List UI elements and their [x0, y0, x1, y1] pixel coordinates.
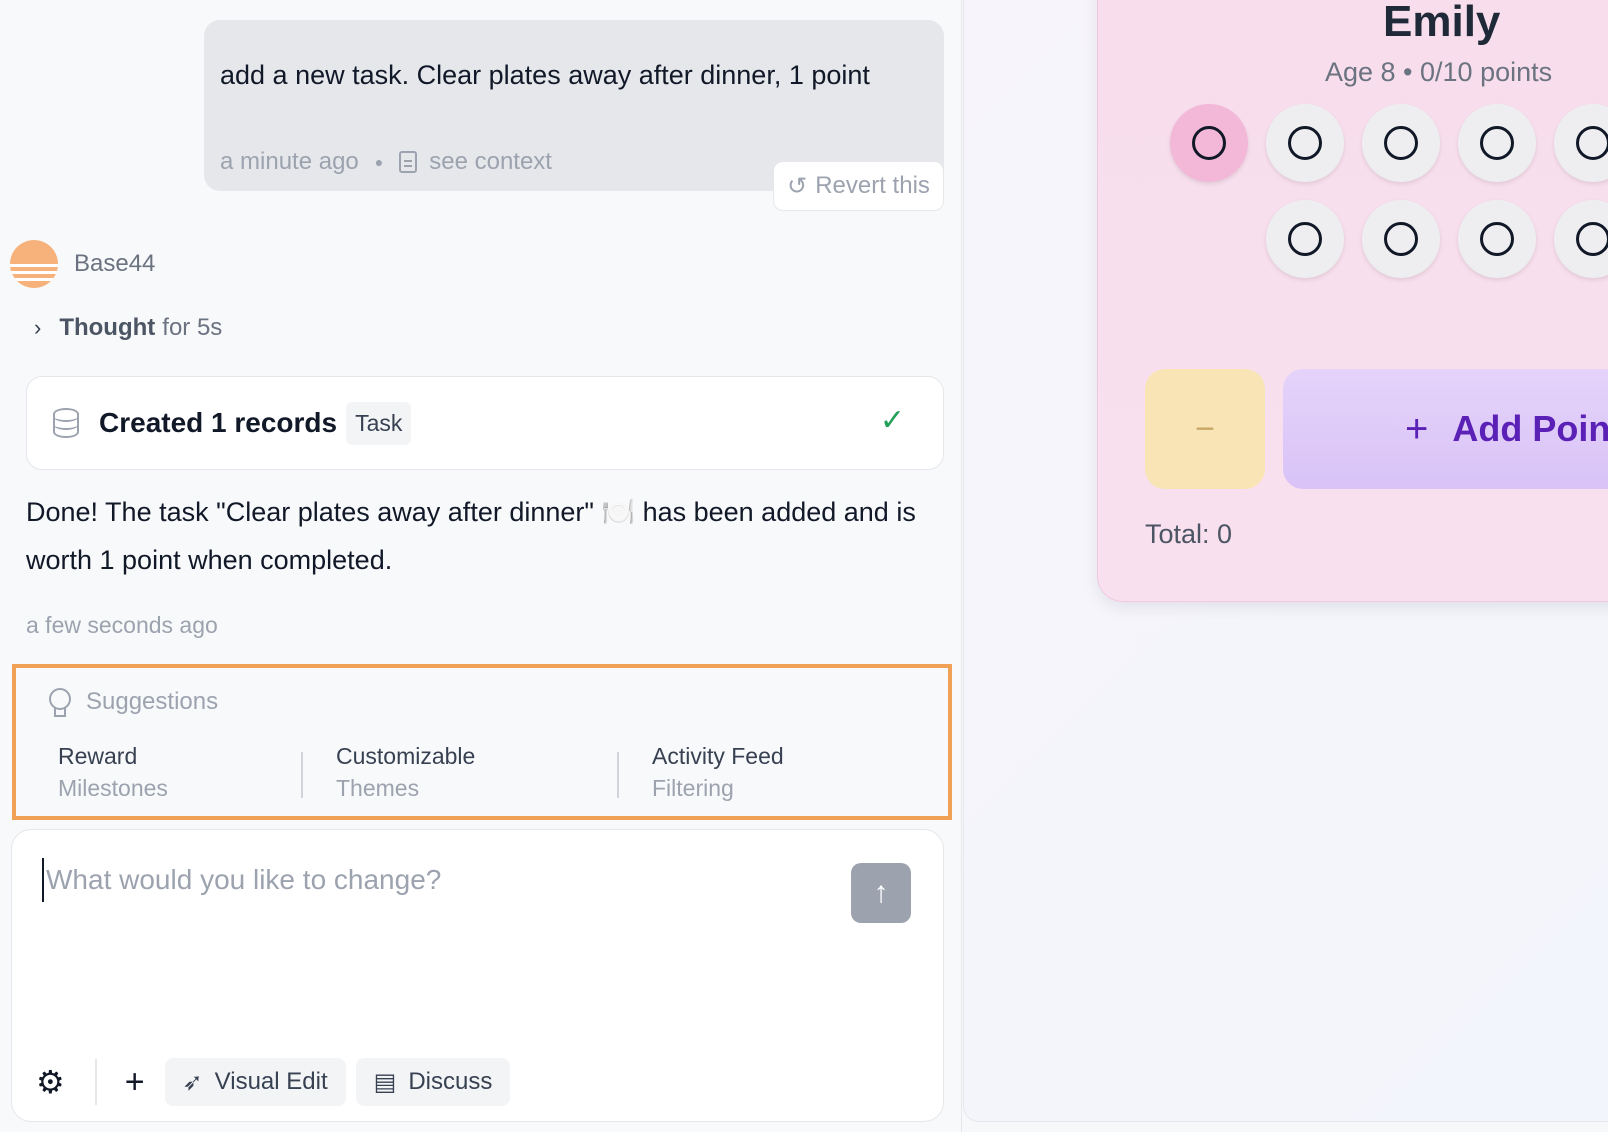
- assistant-header: Base44: [10, 240, 155, 288]
- suggestion-line2: Themes: [336, 775, 420, 801]
- suggestion-line1: Activity Feed: [652, 743, 784, 769]
- suggestions-panel: Suggestions Reward Milestones Customizab…: [12, 664, 952, 820]
- thought-label: Thought: [59, 314, 156, 341]
- toolbar-divider: [94, 1059, 97, 1105]
- child-name: Emily: [1383, 0, 1501, 46]
- visual-edit-button[interactable]: ➶ Visual Edit: [164, 1058, 346, 1106]
- plus-icon: +: [1405, 406, 1429, 451]
- assistant-time: a few seconds ago: [26, 612, 218, 638]
- separator-dot: ●: [374, 154, 384, 170]
- point-circle[interactable]: [1362, 200, 1440, 278]
- point-circle[interactable]: [1170, 104, 1248, 182]
- revert-icon: ↺: [787, 172, 808, 200]
- revert-label: Revert this: [815, 172, 930, 199]
- divider: [617, 752, 619, 798]
- suggestion-reward-milestones[interactable]: Reward Milestones: [58, 740, 168, 804]
- point-circle[interactable]: [1554, 200, 1608, 278]
- chat-panel: add a new task. Clear plates away after …: [0, 0, 962, 1132]
- add-point-label: Add Poin: [1452, 408, 1608, 449]
- suggestion-activity-feed-filtering[interactable]: Activity Feed Filtering: [652, 740, 784, 804]
- suggestion-line2: Milestones: [58, 775, 168, 801]
- database-icon: [53, 408, 79, 438]
- divider: [301, 752, 303, 798]
- suggestion-line2: Filtering: [652, 775, 734, 801]
- suggestions-title: Suggestions: [86, 688, 219, 715]
- point-circle[interactable]: [1458, 200, 1536, 278]
- send-button[interactable]: ↑: [851, 863, 911, 923]
- cursor-click-icon: ➶: [182, 1068, 203, 1096]
- app-preview: Emily Age 8 • 0/10 points − + Add Poin T…: [963, 0, 1608, 1122]
- suggestion-line1: Customizable: [336, 743, 476, 769]
- child-card: Emily Age 8 • 0/10 points − + Add Poin T…: [1097, 0, 1608, 602]
- point-circle[interactable]: [1266, 104, 1344, 182]
- point-circle[interactable]: [1458, 104, 1536, 182]
- suggestions-header: Suggestions: [48, 688, 219, 717]
- point-circle[interactable]: [1266, 200, 1344, 278]
- chevron-right-icon: ›: [34, 315, 42, 340]
- suggestion-line1: Reward: [58, 743, 138, 769]
- see-context-link[interactable]: see context: [429, 148, 552, 176]
- user-message-meta: a minute ago ● see context: [220, 148, 552, 176]
- records-tag: Task: [346, 401, 412, 445]
- composer-toolbar: ⚙ + ➶ Visual Edit ▤ Discuss: [36, 1058, 520, 1106]
- point-circle[interactable]: [1362, 104, 1440, 182]
- lightbulb-icon: [48, 688, 71, 717]
- thought-duration: for 5s: [162, 314, 223, 341]
- plus-icon[interactable]: +: [125, 1063, 145, 1102]
- assistant-name: Base44: [74, 250, 156, 277]
- points-total: Total: 0: [1145, 519, 1233, 549]
- thought-toggle[interactable]: › Thought for 5s: [34, 314, 222, 342]
- user-message-time: a minute ago: [220, 148, 359, 175]
- message-input[interactable]: [42, 858, 822, 902]
- chat-icon: ▤: [373, 1068, 397, 1096]
- child-subtitle: Age 8 • 0/10 points: [1325, 57, 1553, 87]
- arrow-up-icon: ↑: [873, 876, 889, 909]
- document-icon: [399, 151, 418, 173]
- revert-button[interactable]: ↺ Revert this: [773, 161, 944, 211]
- visual-edit-label: Visual Edit: [214, 1068, 328, 1095]
- check-icon: ✓: [879, 404, 905, 437]
- discuss-label: Discuss: [408, 1068, 493, 1095]
- discuss-button[interactable]: ▤ Discuss: [355, 1058, 511, 1106]
- point-circle[interactable]: [1554, 104, 1608, 182]
- assistant-answer: Done! The task "Clear plates away after …: [26, 497, 916, 575]
- user-message-text: add a new task. Clear plates away after …: [220, 60, 870, 90]
- suggestion-customizable-themes[interactable]: Customizable Themes: [336, 740, 475, 804]
- avatar: [10, 240, 58, 288]
- gear-icon[interactable]: ⚙: [36, 1063, 65, 1101]
- add-point-button[interactable]: + Add Poin: [1283, 369, 1608, 489]
- composer: ↑ ⚙ + ➶ Visual Edit ▤ Discuss: [11, 829, 944, 1122]
- records-label: Created 1 records: [99, 407, 338, 438]
- records-card[interactable]: Created 1 records Task ✓: [26, 376, 944, 470]
- remove-point-button[interactable]: −: [1145, 369, 1265, 489]
